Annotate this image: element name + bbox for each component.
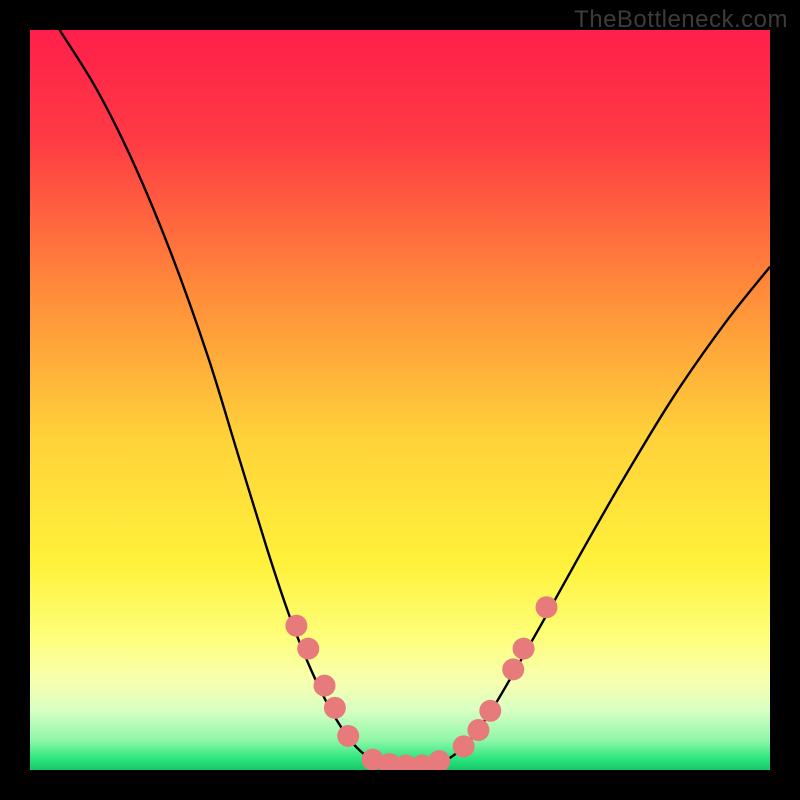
curve-marker: [314, 675, 336, 697]
curve-marker: [536, 596, 558, 618]
bottleneck-chart: [30, 30, 770, 770]
watermark-text: TheBottleneck.com: [574, 6, 788, 34]
chart-frame: [30, 30, 770, 770]
curve-marker: [467, 719, 489, 741]
curve-marker: [285, 615, 307, 637]
curve-marker: [297, 638, 319, 660]
curve-marker: [513, 638, 535, 660]
curve-marker: [453, 735, 475, 757]
curve-marker: [479, 700, 501, 722]
curve-marker: [337, 725, 359, 747]
curve-marker: [324, 697, 346, 719]
chart-background: [30, 30, 770, 770]
curve-marker: [502, 658, 524, 680]
